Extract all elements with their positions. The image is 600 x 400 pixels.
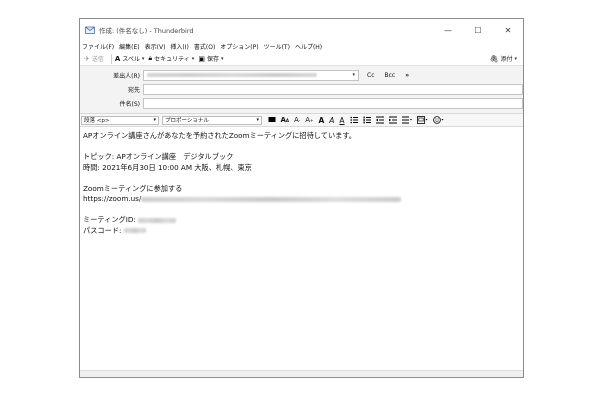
join-label: Zoomミーティングに参加する [83,183,183,193]
menu-format[interactable]: 書式(O) [194,42,215,51]
paperclip-icon: 🖇︎ [489,54,499,63]
format-toolbar: 段落 <p> ▾ プロポーショナル ▾ AA A- A + A A A [80,114,523,127]
menu-options[interactable]: オプション(P) [220,42,258,51]
close-button[interactable]: ✕ [493,19,523,41]
passcode-label: パスコード: [83,225,122,235]
paragraph-format-select[interactable]: 段落 <p> ▾ [81,115,159,125]
lock-icon: 🔒︎ [148,54,153,62]
attach-button[interactable]: 🖇︎ 添付 ▾ [489,54,517,64]
window-controls: — ☐ ✕ [433,19,523,41]
numbered-list-icon[interactable] [363,116,371,124]
send-button[interactable]: ✈ 送信 [84,54,104,64]
underline-icon[interactable]: A [339,116,344,125]
outdent-icon[interactable] [375,116,384,124]
font-select[interactable]: プロポーショナル ▾ [162,115,262,125]
security-label: セキュリティ [154,56,190,63]
spell-button[interactable]: A スペル ▾ [114,54,145,64]
menu-file[interactable]: ファイル(F) [82,42,114,51]
send-label: 送信 [91,56,104,63]
menu-bar: ファイル(F) 編集(E) 表示(V) 挿入(I) 書式(O) オプション(P)… [80,41,523,52]
join-url-line: https://zoom.us/ [83,194,520,205]
from-row: 差出人(R) ▾ Cc Bcc » [80,68,523,82]
toolbar: ✈ 送信 A スペル ▾ 🔒︎ セキュリティ ▾ ▣ 保存 ▾ 🖇︎ 添付 ▾ [80,52,523,66]
thunderbird-app-icon [85,26,95,34]
redacted-meeting-id [138,217,177,223]
font-size-icon[interactable]: AA [281,116,290,124]
menu-insert[interactable]: 挿入(I) [170,42,188,51]
menu-view[interactable]: 表示(V) [145,42,166,51]
passcode-line: パスコード: [83,226,520,237]
recipient-type-links: Cc Bcc » [367,72,419,79]
save-icon: ▣ [198,54,205,63]
from-select[interactable]: ▾ [143,69,359,81]
maximize-button[interactable]: ☐ [463,19,493,41]
spellcheck-icon: A [114,54,121,63]
save-label: 保存 [206,56,219,63]
menu-edit[interactable]: 編集(E) [119,42,139,51]
menu-help[interactable]: ヘルプ(H) [295,42,322,51]
cc-link[interactable]: Cc [367,72,375,79]
more-fields-icon[interactable]: » [405,72,409,79]
spell-label: スペル [122,56,140,63]
toolbar-right: 🖇︎ 添付 ▾ [490,52,521,65]
emoji-icon[interactable] [432,116,444,124]
from-label: 差出人(R) [113,72,140,80]
meeting-id-label: ミーティングID: [83,215,136,224]
security-button[interactable]: 🔒︎ セキュリティ ▾ [148,54,194,63]
status-bar [80,370,523,377]
redacted-url [141,196,402,202]
attach-label: 添付 [500,56,513,63]
bcc-link[interactable]: Bcc [385,72,396,79]
subject-field[interactable] [143,97,523,109]
align-icon[interactable] [401,116,412,124]
paragraph-format-value: 段落 <p> [84,118,110,124]
chevron-down-icon[interactable]: ▾ [142,56,145,62]
meeting-id-line: ミーティングID: [83,215,520,226]
chevron-down-icon[interactable]: ▾ [221,56,224,62]
save-button[interactable]: ▣ 保存 ▾ [198,54,224,64]
chevron-down-icon[interactable]: ▾ [192,56,195,62]
invite-line: APオンライン講座さんがあなたを予約されたZoomミーティングに招待しています。 [83,131,356,140]
chevron-down-icon: ▾ [352,72,355,78]
join-url-prefix[interactable]: https://zoom.us/ [83,194,141,203]
subject-row: 件名(S) [80,96,523,110]
italic-icon[interactable]: A [329,116,334,125]
to-field[interactable] [143,83,523,95]
chevron-down-icon: ▾ [153,117,156,123]
menu-tools[interactable]: ツール(T) [264,42,290,51]
chevron-down-icon: ▾ [256,117,259,123]
bulleted-list-icon[interactable] [349,116,358,124]
indent-icon[interactable] [388,116,397,124]
message-body[interactable]: APオンライン講座さんがあなたを予約されたZoomミーティングに招待しています。… [80,127,523,240]
text-color-icon[interactable] [268,116,276,124]
to-row: 宛先 [80,82,523,96]
insert-image-icon[interactable] [416,116,428,124]
toolbar-divider [110,53,112,64]
redacted-passcode [123,228,146,233]
to-label: 宛先 [127,86,140,94]
time-line: 時間: 2021年6月30日 10:00 AM 大阪、札幌、東京 [83,162,252,172]
message-headers: 差出人(R) ▾ Cc Bcc » 宛先 件名(S) [80,66,523,114]
redacted-sender [147,73,317,77]
decrease-font-size-icon[interactable]: A- [294,116,300,124]
topic-line: トピック: APオンライン講座 デジタルブック [83,152,234,161]
compose-window: 作成: (件名なし) - Thunderbird — ☐ ✕ ファイル(F) 編… [79,18,524,378]
title-bar: 作成: (件名なし) - Thunderbird — ☐ ✕ [80,19,523,41]
minimize-button[interactable]: — [433,19,463,41]
font-value: プロポーショナル [165,118,209,124]
chevron-down-icon[interactable]: ▾ [514,56,517,62]
bold-icon[interactable]: A [318,116,324,125]
send-icon: ✈ [84,54,90,63]
subject-label: 件名(S) [119,100,141,108]
increase-font-size-icon[interactable]: A + [305,116,313,124]
window-title: 作成: (件名なし) - Thunderbird [99,27,194,35]
